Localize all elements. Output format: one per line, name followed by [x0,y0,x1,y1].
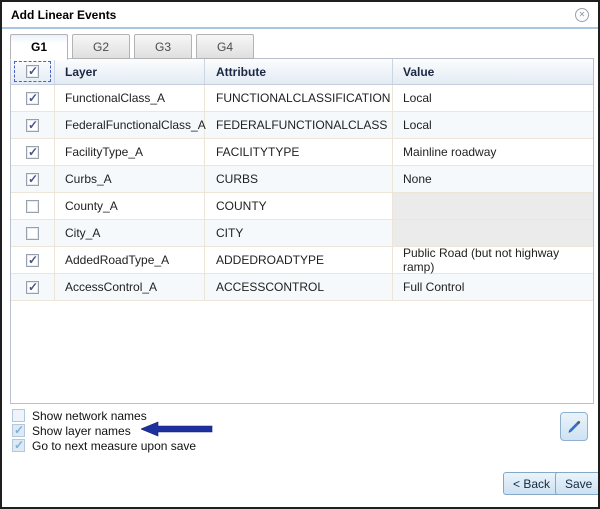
tab-label: G4 [217,40,233,54]
attribute-cell: FUNCTIONALCLASSIFICATION [205,85,393,111]
attribute-cell: ADDEDROADTYPE [205,247,393,273]
option-label: Show layer names [32,424,131,438]
table-body: FunctionalClass_A FUNCTIONALCLASSIFICATI… [11,85,593,301]
table-row: Curbs_A CURBS None [11,166,593,193]
tab-strip: G1 G2 G3 G4 [10,34,254,59]
row-checkbox-cell [11,166,55,192]
attribute-cell: CITY [205,220,393,246]
tab-label: G2 [93,40,109,54]
attribute-cell: CURBS [205,166,393,192]
left-arrow-annotation-icon [141,421,213,440]
row-checkbox-cell [11,112,55,138]
layer-cell: AccessControl_A [55,274,205,300]
row-checkbox[interactable] [26,200,39,213]
option-checkbox [12,409,25,422]
value-cell: Local [393,112,593,138]
table-row: City_A CITY [11,220,593,247]
layer-cell: AddedRoadType_A [55,247,205,273]
option-label: Go to next measure upon save [32,439,196,453]
value-cell: Local [393,85,593,111]
table-row: FunctionalClass_A FUNCTIONALCLASSIFICATI… [11,85,593,112]
row-checkbox-cell [11,85,55,111]
layer-cell: County_A [55,193,205,219]
row-checkbox[interactable] [26,119,39,132]
column-header-layer: Layer [55,59,205,84]
table-header-row: Layer Attribute Value [11,59,593,85]
row-checkbox-cell [11,139,55,165]
layer-cell: FacilityType_A [55,139,205,165]
row-checkbox[interactable] [26,92,39,105]
layer-cell: City_A [55,220,205,246]
option-row[interactable]: Show layer names [12,423,213,438]
row-checkbox[interactable] [26,281,39,294]
table-row: AddedRoadType_A ADDEDROADTYPE Public Roa… [11,247,593,274]
table-row: FederalFunctionalClass_A FEDERALFUNCTION… [11,112,593,139]
close-icon[interactable]: ✕ [575,8,589,22]
column-header-attribute: Attribute [205,59,393,84]
table-row: FacilityType_A FACILITYTYPE Mainline roa… [11,139,593,166]
attribute-cell: COUNTY [205,193,393,219]
attribute-cell: FEDERALFUNCTIONALCLASS [205,112,393,138]
value-cell: None [393,166,593,192]
row-checkbox[interactable] [26,173,39,186]
layer-cell: FederalFunctionalClass_A [55,112,205,138]
layer-cell: Curbs_A [55,166,205,192]
options-panel: Show network names Show layer names Go t… [12,408,213,453]
value-cell: Mainline roadway [393,139,593,165]
row-checkbox[interactable] [26,227,39,240]
back-button[interactable]: < Back [503,472,560,495]
dialog-title: Add Linear Events [11,8,116,22]
table-row: AccessControl_A ACCESSCONTROL Full Contr… [11,274,593,301]
attribute-cell: FACILITYTYPE [205,139,393,165]
value-cell [393,220,593,246]
table-row: County_A COUNTY [11,193,593,220]
pencil-icon [566,419,582,435]
select-all-checkbox[interactable] [26,65,39,78]
option-row[interactable]: Go to next measure upon save [12,438,213,453]
select-all-focus-ring [14,61,51,82]
edit-button[interactable] [560,412,588,441]
row-checkbox[interactable] [26,254,39,267]
value-cell [393,193,593,219]
row-checkbox-cell [11,247,55,273]
attribute-cell: ACCESSCONTROL [205,274,393,300]
select-all-header-cell [11,59,55,84]
option-label: Show network names [32,409,147,423]
tab-label: G1 [31,40,47,54]
row-checkbox-cell [11,193,55,219]
layer-cell: FunctionalClass_A [55,85,205,111]
value-cell: Public Road (but not highway ramp) [393,247,593,273]
row-checkbox-cell [11,274,55,300]
dialog-titlebar: Add Linear Events ✕ [2,2,598,29]
tab-g1[interactable]: G1 [10,34,68,60]
option-checkbox [12,424,25,437]
tab-g3[interactable]: G3 [134,34,192,59]
tab-g2[interactable]: G2 [72,34,130,59]
row-checkbox[interactable] [26,146,39,159]
tab-label: G3 [155,40,171,54]
column-header-value: Value [393,59,593,84]
layers-table: Layer Attribute Value FunctionalClass_A … [10,58,594,404]
save-button[interactable]: Save [555,472,600,495]
option-checkbox [12,439,25,452]
row-checkbox-cell [11,220,55,246]
value-cell: Full Control [393,274,593,300]
add-linear-events-dialog: Add Linear Events ✕ G1 G2 G3 G4 Layer At… [0,0,600,509]
tab-g4[interactable]: G4 [196,34,254,59]
